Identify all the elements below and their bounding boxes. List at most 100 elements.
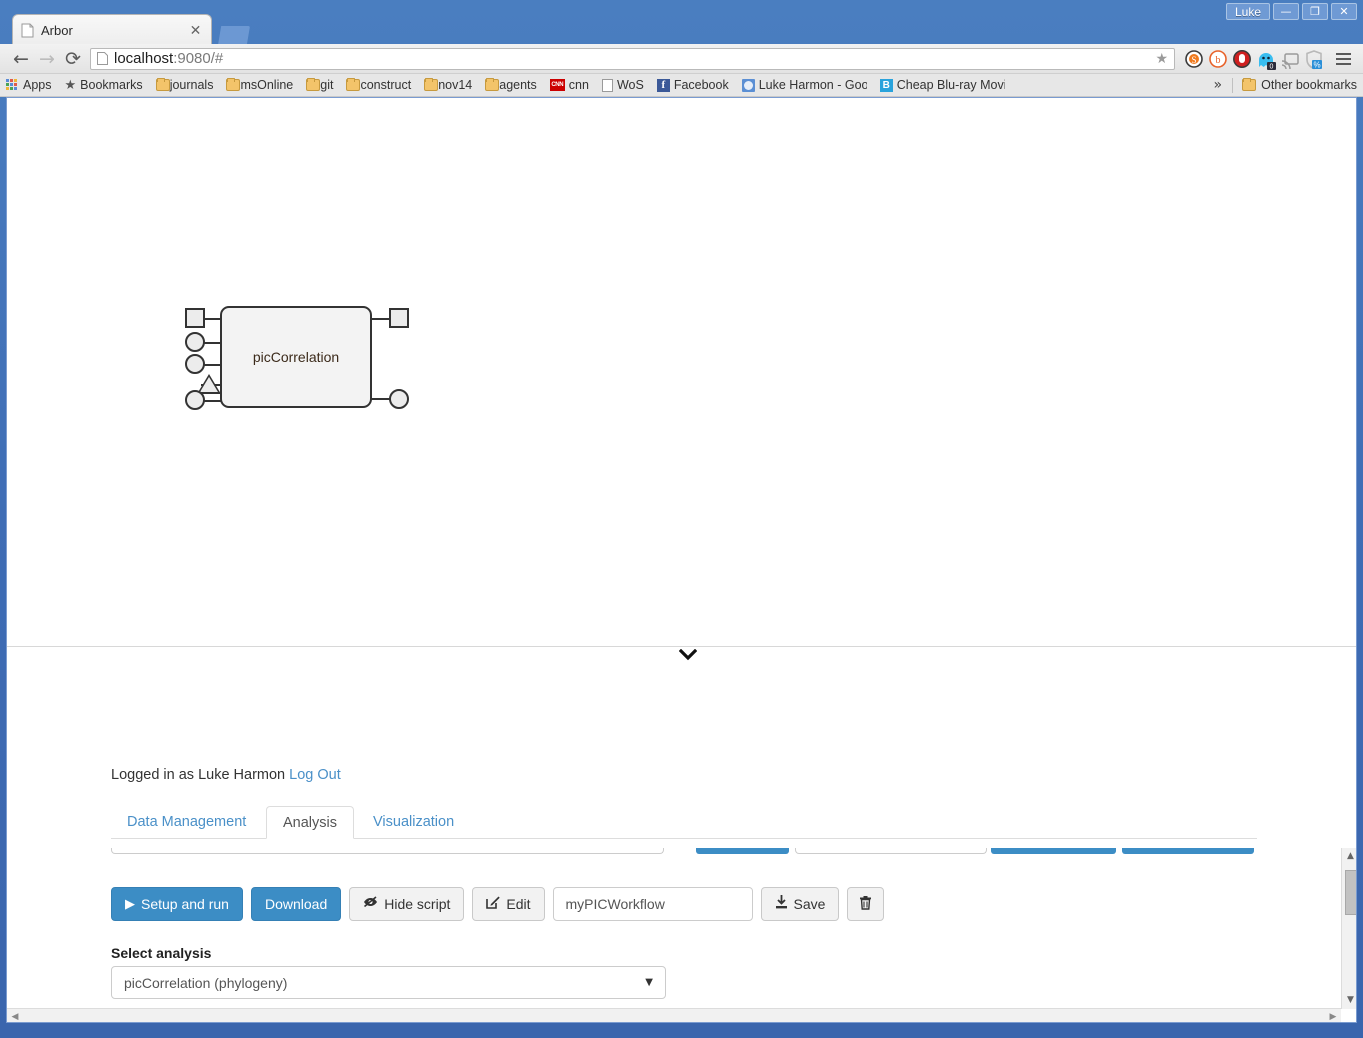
chrome-menu-icon[interactable] [1331,47,1355,71]
bookmark-journals[interactable]: journals [155,78,214,92]
clipped-primary-button-3[interactable] [1122,848,1254,854]
tab-data-management[interactable]: Data Management [111,806,262,839]
tab-analysis[interactable]: Analysis [266,806,354,839]
bookmarks-bar-right: » Other bookmarks [1214,77,1357,93]
hide-script-button[interactable]: Hide script [349,887,465,921]
pencil-square-icon [486,895,501,913]
bookmark-nov14[interactable]: nov14 [424,78,472,92]
reload-icon[interactable]: ⟳ [60,46,86,72]
shield-percent-icon[interactable]: % [1303,48,1325,70]
address-bar[interactable]: localhost:9080/# ★ [90,47,1175,70]
bookmark-apps[interactable]: Apps [6,78,52,92]
facebook-icon: f [656,78,670,92]
eye-slash-icon [363,896,378,912]
save-button[interactable]: Save [760,887,840,921]
download-button[interactable]: Download [250,887,342,921]
panel-horizontal-scrollbar[interactable]: ◀ ▶ [7,1008,1341,1022]
clipped-primary-button-2[interactable] [991,848,1116,854]
browser-toolbar: ← → ⟳ localhost:9080/# ★ S b 0 % [0,44,1363,74]
ghostery-icon[interactable]: 0 [1255,48,1277,70]
clipped-text-field[interactable] [111,848,664,854]
bookmark-label: Bookmarks [80,78,143,92]
panel-vertical-scrollbar[interactable]: ▲ ▼ [1341,848,1356,1009]
tab-visualization[interactable]: Visualization [357,806,470,839]
download-tray-icon [775,895,788,913]
new-tab-button[interactable] [218,26,250,45]
scroll-right-icon[interactable]: ▶ [1325,1009,1341,1022]
scroll-left-icon[interactable]: ◀ [7,1009,23,1022]
bookmark-construct[interactable]: construct [346,78,411,92]
bookmark-git[interactable]: git [306,78,333,92]
select-analysis-label: Select analysis [111,945,212,961]
clipped-controls-row [111,848,1254,856]
setup-and-run-label: Setup and run [141,896,229,912]
log-out-link[interactable]: Log Out [289,767,341,783]
back-icon[interactable]: ← [8,46,34,72]
svg-text:%: % [1313,60,1320,69]
workflow-name-value: myPICWorkflow [565,896,665,912]
bookmark-cnn[interactable]: CNN cnn [549,78,589,92]
bookmark-label: journals [169,78,214,92]
bookmark-label: Apps [23,78,52,92]
bookmark-label: Cheap Blu-ray Movie [896,78,1005,92]
bookmark-facebook[interactable]: f Facebook [656,78,729,92]
bookmark-wos[interactable]: WoS [601,78,644,92]
google-icon [741,78,755,92]
bitly-icon[interactable]: b [1207,48,1229,70]
adblock-icon[interactable] [1231,48,1253,70]
bookmark-label: Facebook [673,78,729,92]
login-status: Logged in as Luke Harmon Log Out [111,767,341,783]
edit-button[interactable]: Edit [472,887,545,921]
bookmark-label: Luke Harmon - Googl [758,78,867,92]
chevron-down-icon[interactable] [677,648,699,665]
workflow-canvas[interactable]: picCorrelation [7,98,1356,646]
scroll-up-icon[interactable]: ▲ [1342,848,1356,865]
url-host: localhost [114,50,174,67]
delete-workflow-button[interactable] [847,887,885,921]
bookmark-agents[interactable]: agents [485,78,537,92]
output-port-square-1[interactable] [389,308,409,328]
select-analysis-dropdown[interactable]: picCorrelation (phylogeny) ▼ [111,966,666,999]
folder-icon [485,78,500,91]
browser-tab-arbor[interactable]: Arbor ✕ [12,14,212,46]
input-port-square-1[interactable] [185,308,205,328]
bookmark-label: nov14 [438,78,473,92]
workflow-node-piccorrelation[interactable]: picCorrelation [185,302,415,412]
bookmark-msonline[interactable]: msOnline [226,78,293,92]
folder-icon [346,78,361,91]
page-icon [601,78,613,92]
input-port-circle-1[interactable] [185,332,205,352]
cast-icon[interactable] [1279,48,1301,70]
output-port-circle-1[interactable] [389,389,409,409]
port-wire [371,318,391,320]
bookmark-bookmarks[interactable]: ★ Bookmarks [65,78,143,93]
skype-icon[interactable]: S [1183,48,1205,70]
hide-script-label: Hide script [384,896,451,912]
trash-icon [859,895,872,914]
vertical-scroll-thumb[interactable] [1345,870,1356,915]
bookmark-star-icon[interactable]: ★ [1155,51,1168,67]
workflow-name-input[interactable]: myPICWorkflow [552,887,753,921]
other-bookmarks-label[interactable]: Other bookmarks [1261,78,1357,92]
port-wire [371,398,391,400]
folder-icon [424,78,439,91]
bookmark-cheap-bluray[interactable]: B Cheap Blu-ray Movie [879,78,1005,92]
bookmark-label: construct [360,78,412,92]
folder-icon [306,78,321,91]
bookmark-label: msOnline [240,78,294,92]
panel-resize-strip[interactable] [7,646,1356,668]
bookmarks-overflow-icon[interactable]: » [1214,77,1223,93]
clipped-primary-button-1[interactable] [696,848,789,854]
clipped-text-field-2[interactable] [795,848,987,854]
input-port-circle-3[interactable] [185,390,205,410]
bookmark-luke-harmon-google[interactable]: Luke Harmon - Googl [741,78,867,92]
scroll-down-icon[interactable]: ▼ [1342,992,1356,1009]
blue-b-icon: B [879,78,893,92]
apps-grid-icon [6,79,18,91]
tab-close-icon[interactable]: ✕ [188,24,203,38]
star-icon: ★ [64,77,77,93]
setup-and-run-button[interactable]: ▶ Setup and run [111,887,243,921]
workflow-node-body[interactable]: picCorrelation [220,306,372,408]
input-port-circle-2[interactable] [185,354,205,374]
folder-icon [155,78,170,91]
